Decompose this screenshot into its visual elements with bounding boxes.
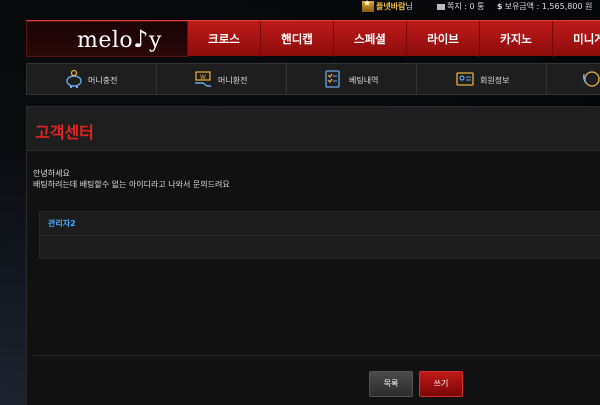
- main-navigation: melo♪y 크로스 핸디캡 스페셜 라이브 카지노 미니게: [26, 20, 600, 57]
- message-greeting: 안녕하세요: [33, 169, 70, 178]
- quick-item-deposit[interactable]: 머니충전: [27, 64, 157, 94]
- reply-header: 관리자2: [40, 212, 600, 236]
- dollar-icon: $: [497, 2, 503, 11]
- user-nickname-block: 플넷바람님: [362, 0, 413, 12]
- member-card-icon: [456, 72, 474, 86]
- quick-item-withdraw[interactable]: W 머니환전: [157, 64, 287, 94]
- quick-item-member-info[interactable]: 회원정보: [417, 64, 547, 94]
- logo-link[interactable]: melo♪y: [26, 21, 188, 57]
- user-status-bar: 플넷바람님 쪽지 : 0 통 $보유금액 : 1,565,800 원: [0, 0, 600, 14]
- reply-author: 관리자2: [48, 219, 76, 228]
- page-title: 고객센터: [35, 123, 94, 142]
- user-suffix: 님: [405, 2, 413, 11]
- quick-item-support[interactable]: [547, 64, 600, 94]
- logo-tail: y: [149, 28, 162, 53]
- customer-center-panel: 고객센터 안녕하세요 배팅하려는데 배팅할수 없는 아이디라고 나와서 문의드려…: [26, 106, 600, 405]
- balance-display: $ 보유금액 : 1,565,800 원: [497, 1, 592, 12]
- nav-item-cross[interactable]: 크로스: [188, 21, 261, 57]
- mail-icon: [437, 3, 445, 10]
- write-button[interactable]: 쓰기: [419, 371, 463, 397]
- site-logo: melo♪y: [77, 25, 162, 53]
- logo-text: melo: [77, 28, 134, 53]
- quick-item-bet-history[interactable]: 베팅내역: [287, 64, 417, 94]
- money-exchange-icon: W: [195, 71, 211, 87]
- quick-label-bet-history: 베팅내역: [349, 76, 379, 85]
- nav-item-special[interactable]: 스페셜: [334, 21, 407, 57]
- svg-text:W: W: [200, 74, 206, 81]
- reply-box: 관리자2: [39, 211, 600, 259]
- list-button[interactable]: 목록: [369, 371, 413, 397]
- level-badge-icon: [362, 0, 374, 12]
- messages-count: 쪽지 : 0 통: [447, 2, 485, 11]
- support-24-icon: [583, 71, 600, 87]
- nav-item-minigame[interactable]: 미니게: [553, 21, 600, 57]
- piggy-bank-icon: [66, 69, 82, 88]
- quick-label-deposit: 머니충전: [88, 76, 118, 85]
- quick-menu: 머니충전 W 머니환전 베팅내역 회원정보: [26, 63, 600, 95]
- checklist-icon: [325, 70, 340, 88]
- messages-link[interactable]: 쪽지 : 0 통: [437, 1, 485, 12]
- nav-item-casino[interactable]: 카지노: [480, 21, 553, 57]
- balance-amount: 보유금액 : 1,565,800 원: [504, 2, 593, 11]
- footer-divider: [33, 355, 600, 356]
- panel-header: 고객센터: [27, 107, 600, 151]
- message-body: 배팅하려는데 배팅할수 없는 아이디라고 나와서 문의드려요: [33, 180, 230, 189]
- nav-item-handicap[interactable]: 핸디캡: [261, 21, 334, 57]
- quick-label-member-info: 회원정보: [480, 76, 510, 85]
- nav-item-live[interactable]: 라이브: [407, 21, 480, 57]
- music-note-icon: ♪: [133, 25, 149, 53]
- quick-label-withdraw: 머니환전: [218, 76, 248, 85]
- user-nickname: 플넷바람: [376, 2, 406, 11]
